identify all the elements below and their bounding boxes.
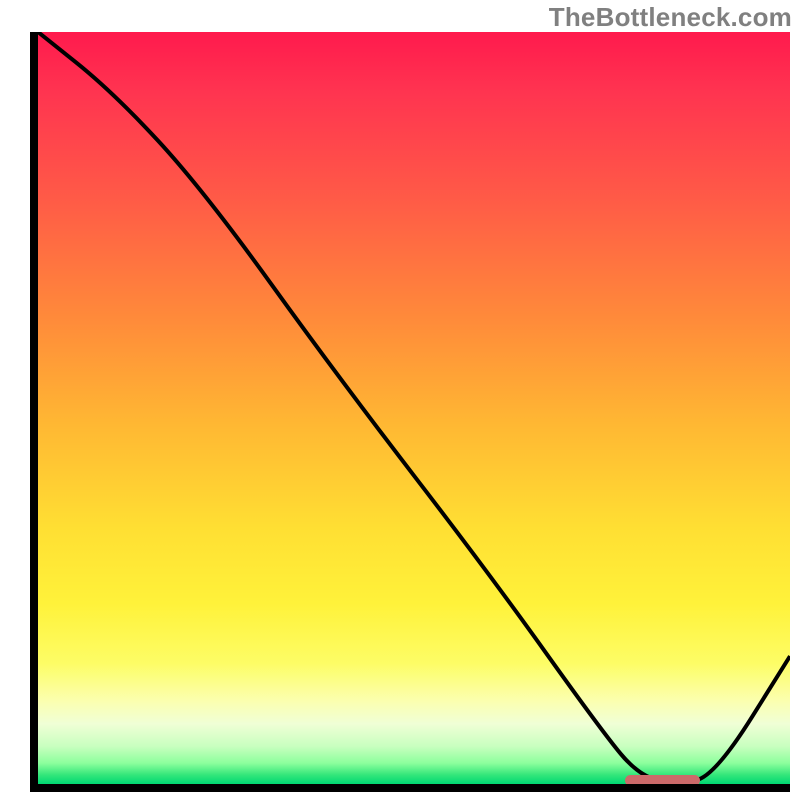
plot-axes [30, 32, 790, 792]
optimal-range-marker [625, 775, 700, 784]
plot-area [38, 32, 790, 784]
chart-stage: TheBottleneck.com [0, 0, 800, 800]
curve-svg [38, 32, 790, 784]
attribution-text: TheBottleneck.com [549, 2, 792, 33]
bottleneck-curve [38, 32, 790, 782]
